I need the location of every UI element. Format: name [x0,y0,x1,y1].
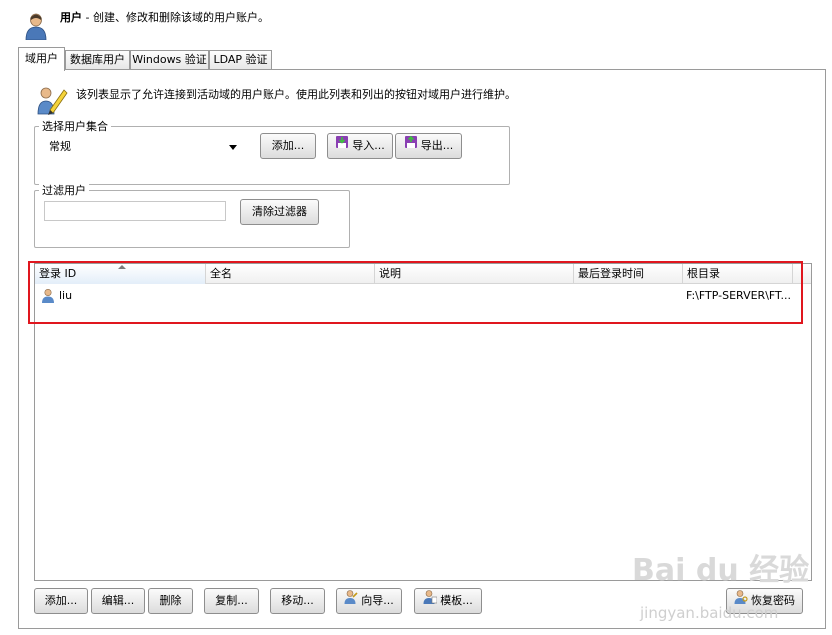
tab-domain-users[interactable]: 域用户 [18,47,65,71]
button-label: 导出... [420,139,454,152]
move-user-button[interactable]: 移动... [270,588,325,614]
wizard-icon [344,589,358,613]
column-label: 根目录 [687,267,720,280]
table-row[interactable]: liu F:\FTP-SERVER\FT... [35,286,811,306]
add-user-set-button[interactable]: 添加... [260,133,316,159]
add-user-button[interactable]: 添加... [34,588,88,614]
template-icon [423,589,438,613]
tab-label: 域用户 [25,52,58,65]
tab-database-users[interactable]: 数据库用户 [65,50,130,70]
list-header: 登录 ID 全名 说明 最后登录时间 根目录 [35,264,811,284]
button-label: 编辑... [101,594,135,607]
dropdown-arrow-icon[interactable] [229,145,237,150]
sort-ascending-icon [118,265,126,269]
tab-windows-auth[interactable]: Windows 验证 [130,50,209,70]
watermark-brand: Bai du 经验 [632,553,810,588]
column-header-description[interactable]: 说明 [375,264,574,284]
button-label: 导入... [352,139,385,152]
import-button[interactable]: 导入... [327,133,393,159]
export-icon [404,134,418,158]
button-label: 模板... [440,594,473,607]
column-label: 登录 ID [39,267,77,280]
button-label: 删除 [159,594,182,607]
export-button[interactable]: 导出... [395,133,462,159]
column-header-root-dir[interactable]: 根目录 [683,264,793,284]
copy-user-button[interactable]: 复制... [204,588,259,614]
cell-root-dir: F:\FTP-SERVER\FT... [686,289,791,302]
user-list[interactable]: 登录 ID 全名 说明 最后登录时间 根目录 liu F:\FTP-SERVER… [34,263,812,581]
page-header: 用户 - 创建、修改和删除该域的用户账户。 [60,9,269,25]
cell-login-id: liu [59,289,73,302]
column-header-last-login[interactable]: 最后登录时间 [574,264,683,284]
page-title: 用户 [60,11,82,24]
tab-label: LDAP 验证 [213,53,268,66]
column-label: 全名 [210,267,232,280]
button-label: 清除过滤器 [252,205,307,218]
button-label: 移动... [281,594,314,607]
tab-label: Windows 验证 [132,53,207,66]
button-label: 添加... [271,139,305,152]
tab-label: 数据库用户 [70,53,125,66]
import-icon [335,134,349,158]
button-label: 添加... [44,594,78,607]
template-button[interactable]: 模板... [414,588,482,614]
watermark-url: jingyan.baidu.com [640,604,779,622]
filter-input[interactable] [44,201,226,221]
wizard-button[interactable]: 向导... [336,588,402,614]
edit-user-button[interactable]: 编辑... [91,588,145,614]
button-label: 向导... [361,594,394,607]
panel-description: 该列表显示了允许连接到活动域的用户账户。使用此列表和列出的按钮对域用户进行维护。 [76,88,516,101]
tab-ldap-auth[interactable]: LDAP 验证 [209,50,272,70]
pencil-user-icon [36,84,68,116]
column-label: 最后登录时间 [578,267,644,280]
column-header-full-name[interactable]: 全名 [206,264,375,284]
user-row-icon [41,288,55,310]
filter-legend: 过滤用户 [39,184,89,197]
user-set-legend: 选择用户集合 [39,120,111,133]
user-set-select[interactable]: 常规 [44,137,244,157]
column-header-login-id[interactable]: 登录 ID [35,264,206,284]
delete-user-button[interactable]: 删除 [148,588,193,614]
user-icon [24,12,48,41]
clear-filter-button[interactable]: 清除过滤器 [240,199,319,225]
column-label: 说明 [379,267,401,280]
user-set-selected: 常规 [49,140,71,153]
button-label: 复制... [215,594,248,607]
page-subtitle: - 创建、修改和删除该域的用户账户。 [82,11,269,24]
